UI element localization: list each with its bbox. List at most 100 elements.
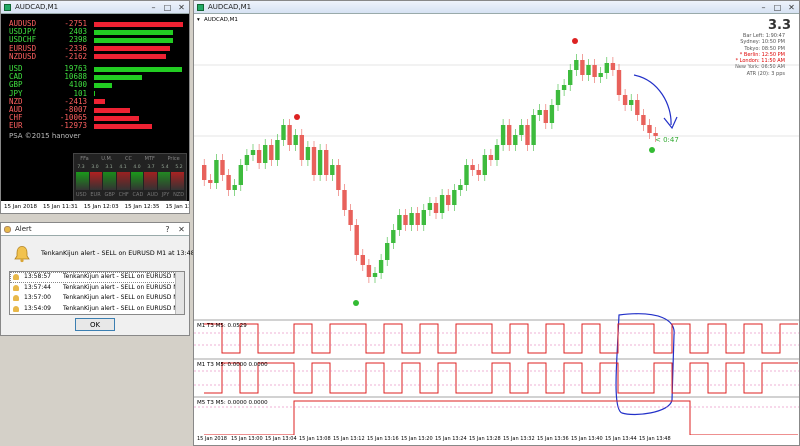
candle-body: [324, 150, 329, 175]
chart-titlebar[interactable]: AUDCAD,M1 – □ ✕: [194, 1, 799, 14]
alert-time: 13:58:57: [24, 273, 51, 280]
currency-row-jpy: JPY 101: [9, 89, 189, 98]
alert-dialog[interactable]: Alert ? ✕ TenkanKijun alert - SELL on EU…: [0, 222, 201, 336]
pair-row-usdjpy: USDJPY 2403: [9, 28, 189, 36]
alert-message: TenkanKijun alert - SELL on EURUSD M1 at…: [41, 250, 201, 257]
pair-strength-bar: [94, 54, 166, 60]
time-tick: 15 Jan 12:03: [83, 204, 119, 210]
time-tick: 15 Jan 12:35: [124, 204, 160, 210]
time-tick: 15 Jan 13:20: [401, 436, 433, 442]
bell-icon: [13, 274, 19, 280]
candle-body: [305, 147, 311, 160]
currency-strength-bar: [94, 91, 95, 97]
candle-body: [458, 185, 463, 190]
candle-body: [354, 225, 359, 255]
price-chart[interactable]: [194, 15, 799, 435]
minimize-button[interactable]: –: [759, 2, 768, 13]
candle-body: [366, 265, 372, 277]
pair-strength-bar: [94, 29, 174, 35]
mtf-currency-label: USD: [75, 192, 87, 198]
candle-body: [622, 95, 628, 105]
candle-body: [616, 70, 622, 95]
close-button[interactable]: ✕: [177, 2, 186, 13]
buy-signal-marker: [353, 300, 359, 306]
currency-strength-bar: [94, 107, 130, 113]
annotation-arrow: [633, 74, 678, 130]
window-title: AUDCAD,M1: [15, 3, 59, 11]
bell-icon: [4, 226, 11, 233]
candle-body: [391, 230, 396, 243]
mtf-currency-label: NZD: [173, 192, 185, 198]
alert-history-row[interactable]: 13:57:00 TenkanKijun alert - SELL on EURU…: [10, 293, 184, 304]
mtf-currency-label: GBP: [104, 192, 115, 198]
pair-name: NZDUSD: [9, 51, 37, 61]
candle-body: [574, 60, 579, 70]
alert-close-button[interactable]: ✕: [177, 224, 186, 235]
candle-body: [629, 100, 634, 105]
mtf-header-label: FFa: [80, 156, 89, 162]
candle-body: [610, 63, 616, 70]
candle-body: [592, 65, 597, 77]
time-tick: 15 Jan 13:00: [231, 436, 263, 442]
window-titlebar[interactable]: AUDCAD,M1 – □ ✕: [1, 1, 189, 14]
buy-signal-marker: [649, 147, 655, 153]
mtf-value: 4.1: [119, 165, 127, 170]
candle-body: [275, 140, 280, 160]
alert-history-row[interactable]: 13:58:57 TenkanKijun alert - SELL on EURU…: [10, 272, 184, 283]
bell-icon: [13, 295, 19, 301]
candle-body: [372, 273, 378, 277]
mtf-currency-label: JPY: [161, 192, 170, 198]
chart-window-icon: [197, 4, 204, 11]
candle-body: [586, 65, 591, 75]
candle-body: [507, 125, 512, 145]
pair-strength-bar: [94, 37, 174, 43]
candle-body: [214, 160, 219, 183]
chart-window[interactable]: AUDCAD,M1 – □ ✕ AUDCAD,M1 ▾ 3.3 Bar Left…: [193, 0, 800, 446]
close-button[interactable]: ✕: [787, 2, 796, 13]
maximize-button[interactable]: □: [773, 2, 782, 13]
ok-button[interactable]: OK: [75, 318, 115, 331]
mtf-strength-cell: [171, 172, 184, 190]
time-tick: 15 Jan 13:07: [165, 204, 189, 210]
candle-body: [226, 175, 231, 190]
candle-body: [452, 190, 457, 205]
candle-body: [580, 60, 585, 75]
minimize-button[interactable]: –: [149, 2, 158, 13]
time-axis: 15 Jan 2018 15 Jan 11:31 15 Jan 12:03 15 Ja…: [1, 201, 189, 213]
candle-body: [311, 147, 317, 175]
candle-body: [598, 73, 603, 77]
mtf-currency-label: EUR: [90, 192, 101, 198]
price-tag: < 0:47: [655, 136, 679, 144]
time-tick: 15 Jan 13:48: [639, 436, 671, 442]
time-tick: 15 Jan 13:28: [469, 436, 501, 442]
alert-titlebar[interactable]: Alert ? ✕: [1, 223, 189, 236]
alert-history-row[interactable]: 13:54:09 TenkanKijun alert - SELL on EURU…: [10, 304, 184, 315]
help-button[interactable]: ?: [163, 224, 172, 235]
alert-text: TenkanKijun alert - SELL on EURUSD M1 at…: [63, 283, 185, 291]
time-tick: 15 Jan 13:40: [571, 436, 603, 442]
pair-strength-bar: [94, 21, 184, 27]
time-axis: 15 Jan 2018 15 Jan 13:00 15 Jan 13:04 15 Ja…: [194, 434, 799, 445]
alert-history-row[interactable]: 13:57:44 TenkanKijun alert - SELL on EURU…: [10, 283, 184, 294]
candle-body: [378, 260, 384, 273]
candle-body: [433, 203, 439, 213]
bell-icon: [13, 305, 19, 312]
candle-body: [202, 165, 207, 180]
candle-body: [403, 215, 408, 225]
indicator-line-2-red: [204, 362, 798, 394]
candle-body: [232, 185, 237, 190]
currency-strength-window[interactable]: AUDCAD,M1 – □ ✕ AUDUSD -2751 USDJPY 2403 USD…: [0, 0, 190, 214]
maximize-button[interactable]: □: [163, 2, 172, 13]
mtf-strength-cell: [103, 172, 116, 190]
candle-body: [561, 85, 567, 90]
mtf-panel: FFa U.M. CC MTF Price 7.3 3.0 3.1 4.1 4.0 3.7 5.4 5…: [73, 153, 187, 201]
alert-history-list[interactable]: 13:58:57 TenkanKijun alert - SELL on EURU…: [9, 271, 185, 315]
time-tick: 15 Jan 2018: [4, 204, 37, 210]
candle-body: [464, 165, 469, 185]
mtf-value: 4.0: [133, 165, 141, 170]
candle-body: [470, 165, 475, 170]
candle-body: [208, 180, 213, 183]
alert-list-scrollbar[interactable]: [175, 272, 184, 314]
mtf-strength-cell: [144, 172, 157, 190]
candle-body: [263, 145, 268, 163]
